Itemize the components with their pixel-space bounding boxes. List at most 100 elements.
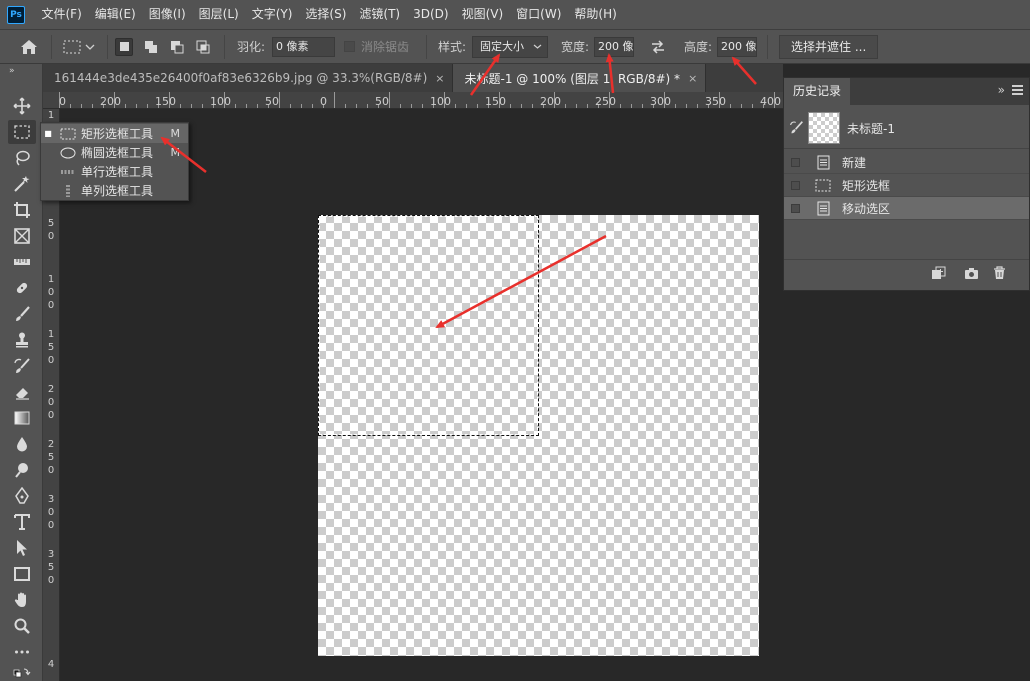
panel-menu-icon[interactable] [1012,85,1023,96]
more-tools-button[interactable] [8,640,36,664]
marquee-icon [63,40,81,53]
hand-tool[interactable] [8,588,36,612]
clone-stamp-tool[interactable] [8,328,36,352]
document-canvas[interactable] [318,215,759,656]
ruler-tool[interactable] [8,250,36,274]
frame-icon [14,228,30,244]
ruler-label: 3 [47,494,55,505]
eraser-tool[interactable] [8,380,36,404]
close-icon[interactable]: × [435,72,444,85]
swap-icon [652,39,664,54]
trash-icon[interactable] [992,266,1007,280]
tab-untitled-document[interactable]: 未标题-1 @ 100% (图层 1, RGB/8#) * × [453,64,707,92]
history-state-move-selection[interactable]: 移动选区 [784,197,1029,220]
brush-tool[interactable] [8,302,36,326]
feather-input[interactable]: 0 像素 [272,36,335,57]
photoshop-logo[interactable]: Ps [7,5,25,24]
ruler-label: 5 [47,342,55,353]
style-select[interactable]: 固定大小 [472,35,548,58]
menu-3d[interactable]: 3D(D) [407,0,455,29]
gradient-tool[interactable] [8,406,36,430]
antialias-checkbox[interactable]: 消除锯齿 [344,30,409,63]
move-tool[interactable] [8,94,36,118]
lasso-tool[interactable] [8,146,36,170]
history-snapshot[interactable]: 未标题-1 [784,108,1029,149]
pen-tool[interactable] [8,484,36,508]
width-input[interactable]: 200 像素 [594,36,634,57]
rectangle-tool[interactable] [8,562,36,586]
frame-tool[interactable] [8,224,36,248]
flyout-rectangular-marquee[interactable]: ■ 矩形选框工具 M [41,124,188,143]
type-icon [14,514,30,530]
select-and-mask-button[interactable]: 选择并遮住 ... [779,34,879,59]
blur-tool[interactable] [8,432,36,456]
menu-view[interactable]: 视图(V) [455,0,510,29]
collapse-icon[interactable]: » [998,83,1005,97]
height-input[interactable]: 200 像素 [717,36,757,57]
history-brush-checkbox[interactable] [791,180,800,190]
flyout-single-column-marquee[interactable]: 单列选框工具 [41,181,188,200]
menu-file[interactable]: 文件(F) [35,0,88,29]
history-state-label: 移动选区 [842,201,891,216]
menu-filter[interactable]: 滤镜(T) [353,0,407,29]
crop-tool[interactable] [8,198,36,222]
new-selection-button[interactable] [115,30,133,63]
ruler-label: 0 [47,465,55,476]
flyout-single-row-marquee[interactable]: 单行选框工具 [41,162,188,181]
rectangular-marquee-tool[interactable] [8,120,36,144]
height-label: 高度: [684,40,713,54]
history-brush-checkbox[interactable] [791,203,800,213]
color-swap-button[interactable] [8,664,36,681]
ruler-label: 1 [47,329,55,340]
collapse-icon[interactable]: » [9,66,15,76]
menu-window[interactable]: 窗口(W) [510,0,568,29]
healing-brush-tool[interactable] [8,276,36,300]
horizontal-ruler[interactable]: 0 200 150 100 50 0 50 100 150 200 250 30… [43,92,783,109]
menu-layer[interactable]: 图层(L) [192,0,245,29]
menu-select[interactable]: 选择(S) [299,0,353,29]
selection-marquee[interactable] [318,215,539,436]
style-select-value: 固定大小 [480,39,524,53]
panel-header: 历史记录 » [784,78,1029,105]
history-brush-checkbox[interactable] [791,157,800,167]
options-bar: 羽化: 0 像素 消除锯齿 样式: 固定大小 宽度: 200 像素 高度: 20… [0,29,1030,64]
path-selection-tool[interactable] [8,536,36,560]
history-state-label: 新建 [842,155,867,170]
menu-edit[interactable]: 编辑(E) [88,0,142,29]
history-brush-tool[interactable] [8,354,36,378]
type-tool[interactable] [8,510,36,534]
history-tab[interactable]: 历史记录 [784,78,851,105]
menu-type[interactable]: 文字(Y) [245,0,299,29]
add-selection-button[interactable] [142,30,160,63]
history-state-new[interactable]: 新建 [784,151,1029,174]
document-icon [815,154,831,170]
bandage-icon [16,282,28,294]
swap-dimensions-button[interactable] [650,30,666,63]
camera-icon[interactable] [964,266,979,280]
menu-image[interactable]: 图像(I) [142,0,192,29]
stamp-icon [16,332,28,348]
close-icon[interactable]: × [688,72,697,85]
new-document-from-state-icon[interactable] [931,266,946,280]
marquee-preset-picker[interactable] [63,30,95,63]
ruler-ticks [59,92,775,108]
subtract-selection-button[interactable] [168,30,186,63]
lasso-icon [16,150,30,166]
intersect-selection-button[interactable] [194,30,212,63]
default-colors-icon [13,667,31,677]
flyout-label: 单行选框工具 [81,165,154,179]
eraser-icon [16,388,29,400]
zoom-tool[interactable] [8,614,36,638]
history-brush-icon [14,358,30,373]
dodge-tool[interactable] [8,458,36,482]
tab-jpg-document[interactable]: 161444e3de435e26400f0af83e6326b9.jpg @ 3… [43,64,454,92]
flyout-elliptical-marquee[interactable]: 椭圆选框工具 M [41,143,188,162]
menu-bar: Ps 文件(F) 编辑(E) 图像(I) 图层(L) 文字(Y) 选择(S) 滤… [0,0,1030,29]
history-state-rect-marquee[interactable]: 矩形选框 [784,174,1029,197]
ruler-label: 5 [47,562,55,573]
home-button[interactable] [19,30,39,63]
magic-wand-tool[interactable] [8,172,36,196]
ruler-label: 0 [59,95,66,108]
menu-help[interactable]: 帮助(H) [568,0,623,29]
document-icon [815,200,831,216]
